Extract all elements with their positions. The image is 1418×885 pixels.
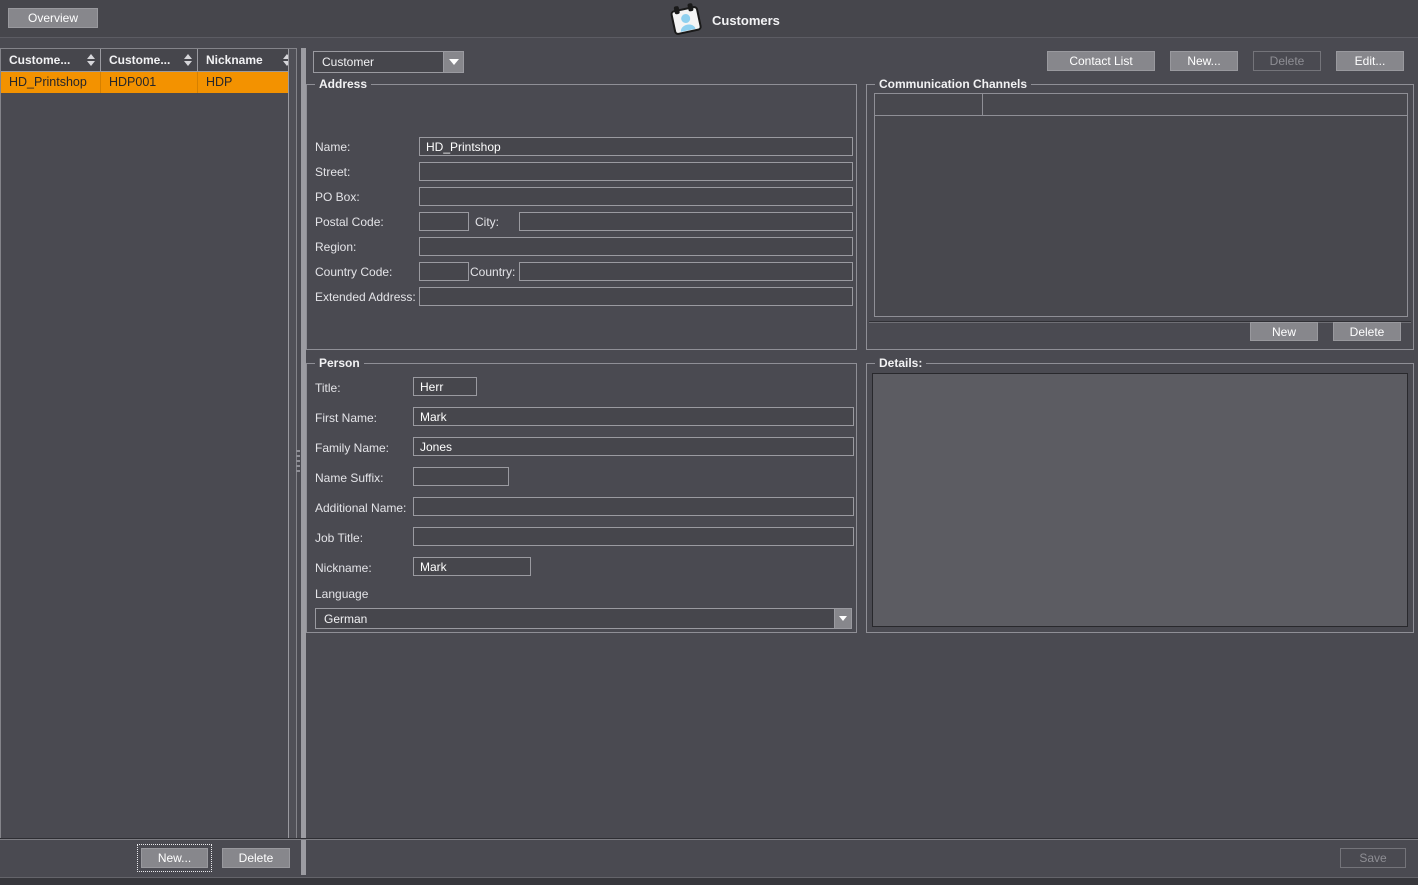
- column-header-label: Custome...: [9, 53, 70, 67]
- channel-type-column[interactable]: [875, 94, 983, 115]
- column-header-customer-name[interactable]: Custome...: [1, 49, 101, 72]
- cell-customer-name: HD_Printshop: [1, 72, 101, 93]
- column-header-label: Nickname: [206, 53, 263, 67]
- column-header-nickname[interactable]: Nickname: [198, 49, 296, 72]
- delete-channel-button[interactable]: Delete: [1333, 322, 1401, 341]
- additional-name-field[interactable]: [413, 497, 854, 516]
- cell-nickname: HDP: [198, 72, 289, 93]
- column-header-customer-id[interactable]: Custome...: [101, 49, 198, 72]
- communication-channels-legend: Communication Channels: [875, 77, 1031, 91]
- language-dropdown[interactable]: German: [315, 608, 852, 629]
- separator: [869, 321, 1411, 323]
- details-legend: Details:: [875, 356, 926, 370]
- region-label: Region:: [315, 240, 356, 254]
- family-name-label: Family Name:: [315, 441, 389, 455]
- additional-name-label: Additional Name:: [315, 501, 406, 515]
- job-title-field[interactable]: [413, 527, 854, 546]
- customer-list-panel: Custome... Custome... Nickname HD_Prints…: [0, 48, 297, 839]
- page-title: Customers: [712, 13, 780, 28]
- street-label: Street:: [315, 165, 350, 179]
- window-bottom-edge: [0, 877, 1418, 885]
- language-label: Language: [315, 587, 368, 601]
- chevron-down-icon[interactable]: [443, 52, 463, 72]
- delete-record-button[interactable]: Delete: [222, 848, 290, 868]
- person-group: Person Title: First Name: Family Name: N…: [306, 363, 857, 633]
- name-field[interactable]: [419, 137, 853, 156]
- first-name-field[interactable]: [413, 407, 854, 426]
- title-label: Title:: [315, 381, 341, 395]
- save-button[interactable]: Save: [1340, 848, 1406, 868]
- name-suffix-field[interactable]: [413, 467, 509, 486]
- first-name-label: First Name:: [315, 411, 377, 425]
- overview-button[interactable]: Overview: [8, 8, 98, 28]
- cell-customer-id: HDP001: [101, 72, 198, 93]
- city-label: City:: [475, 215, 499, 229]
- nickname-field[interactable]: [413, 557, 531, 576]
- details-group: Details:: [866, 363, 1414, 633]
- address-group: Address Name: Street: PO Box: Postal Cod…: [306, 84, 857, 350]
- record-type-value: Customer: [314, 55, 443, 69]
- extended-address-label: Extended Address:: [315, 290, 416, 304]
- name-suffix-label: Name Suffix:: [315, 471, 383, 485]
- customers-icon: [668, 2, 704, 36]
- new-record-button[interactable]: New...: [141, 848, 208, 868]
- city-field[interactable]: [519, 212, 853, 231]
- delete-customer-button[interactable]: Delete: [1253, 51, 1321, 71]
- postal-code-label: Postal Code:: [315, 215, 384, 229]
- edit-customer-button[interactable]: Edit...: [1336, 51, 1404, 71]
- street-field[interactable]: [419, 162, 853, 181]
- table-vertical-scrollbar[interactable]: [288, 49, 296, 838]
- country-code-label: Country Code:: [315, 265, 392, 279]
- sort-icon[interactable]: [184, 54, 192, 66]
- country-field[interactable]: [519, 262, 853, 281]
- country-code-field[interactable]: [419, 262, 469, 281]
- language-value: German: [316, 612, 834, 626]
- contact-list-button[interactable]: Contact List: [1047, 51, 1155, 71]
- table-row[interactable]: HD_Printshop HDP001 HDP: [1, 72, 289, 93]
- communication-channels-group: Communication Channels New Delete: [866, 84, 1414, 350]
- postal-code-field[interactable]: [419, 212, 469, 231]
- region-field[interactable]: [419, 237, 853, 256]
- po-box-field[interactable]: [419, 187, 853, 206]
- splitter-grip-icon: [296, 450, 300, 474]
- name-label: Name:: [315, 140, 350, 154]
- job-title-label: Job Title:: [315, 531, 363, 545]
- communication-channels-table[interactable]: [874, 93, 1408, 317]
- details-text-area[interactable]: [872, 373, 1408, 627]
- top-bar: [0, 0, 1418, 38]
- nickname-label: Nickname:: [315, 561, 372, 575]
- channel-value-column[interactable]: [983, 94, 1407, 115]
- extended-address-field[interactable]: [419, 287, 853, 306]
- column-header-label: Custome...: [109, 53, 170, 67]
- address-legend: Address: [315, 77, 371, 91]
- divider: [0, 839, 1418, 840]
- customer-table-header: Custome... Custome... Nickname: [1, 49, 296, 72]
- communication-channels-table-header: [875, 94, 1407, 116]
- person-legend: Person: [315, 356, 364, 370]
- country-label: Country:: [470, 265, 515, 279]
- chevron-down-icon[interactable]: [834, 609, 851, 628]
- new-channel-button[interactable]: New: [1250, 322, 1318, 341]
- po-box-label: PO Box:: [315, 190, 360, 204]
- sort-icon[interactable]: [87, 54, 95, 66]
- family-name-field[interactable]: [413, 437, 854, 456]
- record-type-dropdown[interactable]: Customer: [313, 51, 464, 73]
- title-field[interactable]: [413, 377, 477, 396]
- new-customer-button[interactable]: New...: [1170, 51, 1238, 71]
